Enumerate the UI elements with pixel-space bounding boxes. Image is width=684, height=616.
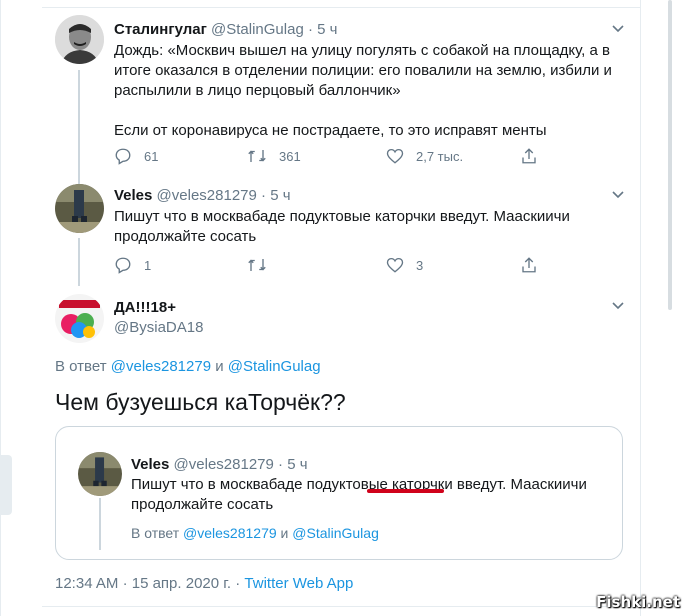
tweet3-source-app[interactable]: Twitter Web App — [244, 575, 353, 592]
tweet3-time[interactable]: 12:34 AM — [55, 575, 118, 592]
avatar-veles-quoted — [78, 452, 122, 496]
heart-icon — [386, 257, 404, 273]
tweet1-reply-count: 61 — [144, 148, 159, 164]
tweet1-dot: · — [307, 21, 313, 38]
reply-prefix: В ответ — [131, 525, 180, 541]
tweet3-handle[interactable]: @BysiaDA18 — [114, 319, 203, 336]
left-scroll-indicator — [0, 455, 12, 515]
tweet2-reply-count: 1 — [144, 257, 152, 273]
reply-user-link[interactable]: @veles281279 — [111, 358, 211, 375]
tweet1-line: распылили в лицо перцовый баллончик» — [114, 82, 401, 99]
chevron-down-icon[interactable] — [612, 191, 624, 199]
quoted-thread-line — [99, 498, 101, 550]
avatar-bysiada18[interactable] — [55, 294, 104, 343]
tweet1-retweet-count: 361 — [279, 148, 301, 164]
avatar-veles[interactable] — [55, 184, 104, 233]
footer-dot: · — [122, 575, 128, 592]
tweet2-text: Пишут что в москвабаде подуктовые каторч… — [114, 207, 570, 247]
chevron-down-icon[interactable] — [612, 302, 624, 310]
quoted-reply-context: В ответ @veles281279 и @StalinGulag — [131, 525, 379, 541]
share-icon — [522, 148, 536, 164]
reply-icon — [115, 148, 131, 165]
top-divider — [42, 0, 640, 8]
left-column — [0, 0, 42, 616]
footer-divider — [42, 606, 640, 607]
tweet3-meta: 12:34 AM · 15 апр. 2020 г. · Twitter Web… — [55, 575, 353, 592]
reply-user-link[interactable]: @StalinGulag — [228, 358, 321, 375]
tweet1-like-button[interactable]: 2,7 тыс. — [386, 147, 463, 165]
tweet3-name[interactable]: ДА!!!18+ — [114, 299, 176, 316]
tweet1-line — [114, 101, 612, 121]
tweet1-retweet-button[interactable]: 361 — [247, 147, 301, 165]
thread-line — [78, 238, 80, 286]
tweet2-retweet-button[interactable] — [247, 256, 279, 274]
tweet2-dot: · — [261, 187, 267, 204]
tweet3-reply-context: В ответ @veles281279 и @StalinGulag — [55, 358, 321, 375]
tweet2-like-count: 3 — [416, 257, 424, 273]
retweet-icon — [248, 259, 266, 271]
quoted-handle: @veles281279 — [173, 456, 274, 473]
reply-and: и — [215, 358, 224, 375]
reply-and: и — [280, 525, 289, 541]
right-column — [641, 0, 684, 616]
tweet2-handle[interactable]: @veles281279 — [157, 187, 257, 204]
reply-icon — [115, 257, 131, 274]
tweet2-time[interactable]: 5 ч — [270, 187, 290, 204]
quoted-name: Veles — [131, 456, 170, 473]
tweet1-handle[interactable]: @StalinGulag — [211, 21, 304, 38]
tweet1-line: Дождь: «Москвич вышел на улицу погулять … — [114, 42, 610, 59]
tweet2-share-button[interactable] — [520, 256, 550, 274]
tweet1-text: Дождь: «Москвич вышел на улицу погулять … — [114, 41, 612, 141]
watermark: Fishki.net — [596, 593, 680, 611]
quoted-text: Пишут что в москвабаде подуктовые каторч… — [131, 475, 587, 515]
scrollbar[interactable] — [668, 0, 672, 310]
tweet2-reply-button[interactable]: 1 — [114, 256, 151, 274]
footer-dot: · — [235, 575, 241, 592]
heart-icon — [386, 148, 404, 164]
quoted-line: продолжайте сосать — [131, 496, 274, 513]
red-underline-mark — [367, 489, 444, 493]
tweet1-time[interactable]: 5 ч — [317, 21, 337, 38]
tweet3-name-row: ДА!!!18+ — [114, 298, 176, 318]
tweet1-share-button[interactable] — [520, 147, 550, 165]
tweet1-name[interactable]: Сталингулаг — [114, 21, 207, 38]
tweet2-line: Пишут что в москвабаде подуктовые каторч… — [114, 208, 570, 225]
chevron-down-icon[interactable] — [612, 25, 624, 33]
reply-prefix: В ответ — [55, 358, 107, 375]
retweet-icon — [248, 150, 266, 162]
share-icon — [522, 257, 536, 273]
quoted-time: 5 ч — [287, 456, 308, 473]
thread-line — [78, 70, 80, 184]
left-column-border — [0, 0, 1, 616]
quoted-line: Пишут что в москвабаде подуктовые каторч… — [131, 476, 587, 493]
tweet1-header: Сталингулаг @StalinGulag · 5 ч — [114, 20, 337, 40]
tweet1-like-count: 2,7 тыс. — [416, 148, 464, 164]
tweet2-name[interactable]: Veles — [114, 187, 152, 204]
avatar-stalingulag[interactable] — [55, 15, 104, 64]
tweet2-header: Veles @veles281279 · 5 ч — [114, 186, 291, 206]
tweet1-line: итоге оказался в отделении полиции: его … — [114, 62, 612, 79]
tweet3-handle-row: @BysiaDA18 — [114, 318, 203, 338]
tweet3-date[interactable]: 15 апр. 2020 г. — [132, 575, 231, 592]
tweet2-line: продолжайте сосать — [114, 228, 257, 245]
reply-user-link[interactable]: @veles281279 — [183, 525, 277, 541]
tweet1-reply-button[interactable]: 61 — [114, 147, 158, 165]
tweet3-text: Чем бузуешься каТорчёк?? — [55, 389, 346, 415]
tweet2-like-button[interactable]: 3 — [386, 256, 423, 274]
reply-user-link[interactable]: @StalinGulag — [292, 525, 379, 541]
quoted-dot: · — [278, 456, 284, 473]
quoted-header: Veles @veles281279 · 5 ч — [131, 455, 308, 475]
tweet1-line: Если от коронавируса не пострадаете, то … — [114, 122, 547, 139]
